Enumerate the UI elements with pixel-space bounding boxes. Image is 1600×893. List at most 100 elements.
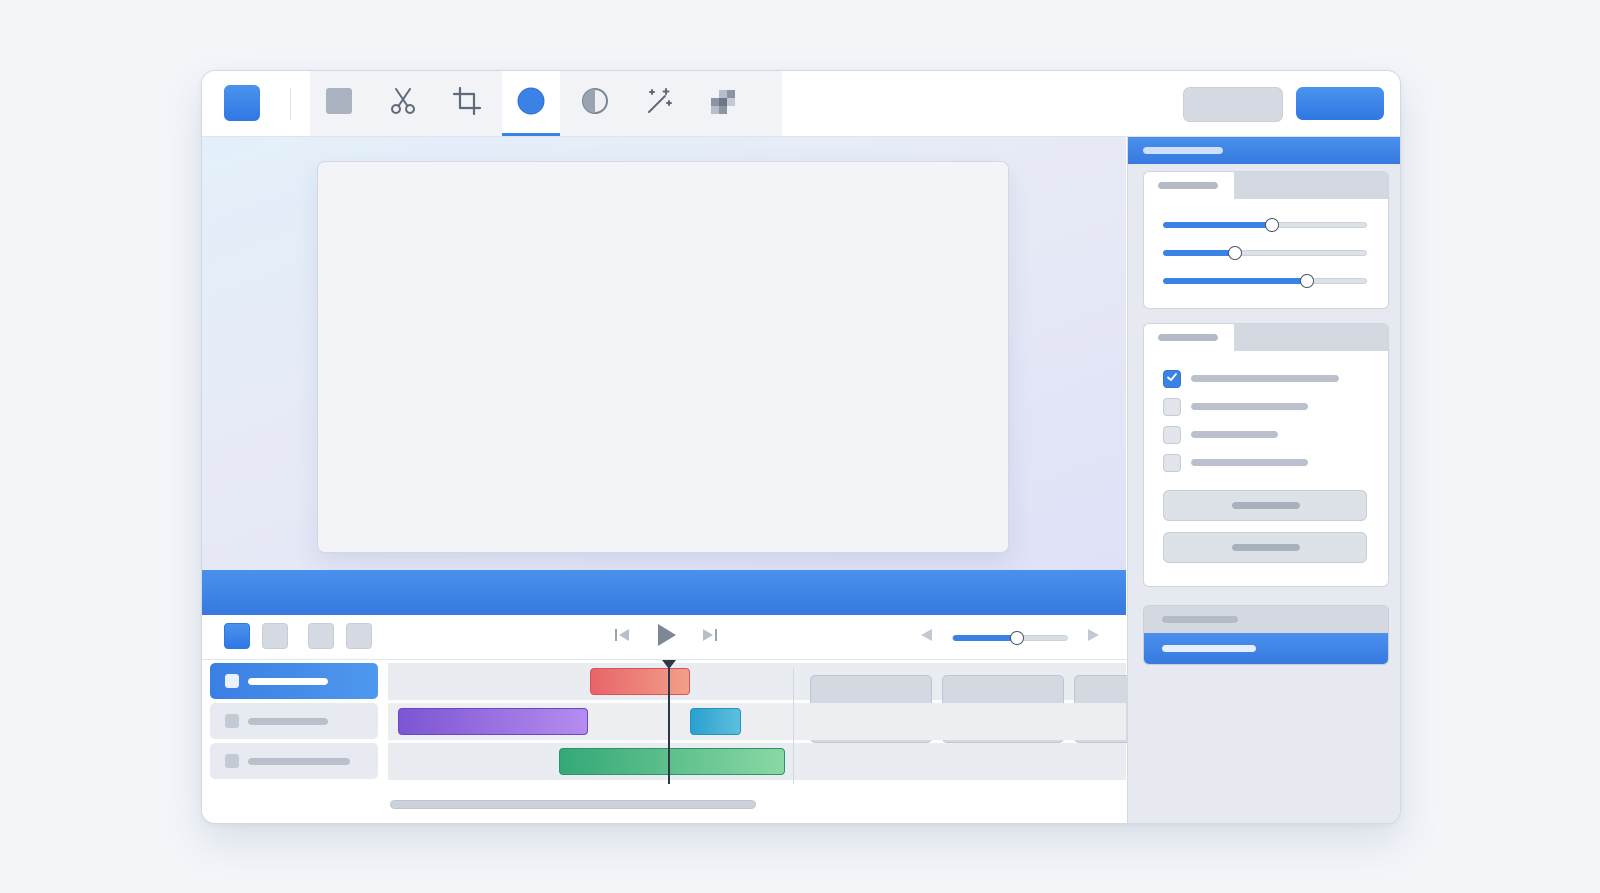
options-tabs: [1144, 324, 1388, 351]
play-icon: [653, 622, 679, 653]
crop-icon: [452, 86, 482, 121]
cut-tool-button[interactable]: [374, 71, 432, 136]
track-name: [248, 678, 328, 685]
secondary-action-button[interactable]: [1183, 87, 1283, 122]
adjustment-slider-2[interactable]: [1163, 246, 1367, 260]
track-visibility-icon[interactable]: [225, 714, 239, 728]
layers-selected-item[interactable]: [1144, 633, 1388, 664]
tool-group: [310, 71, 782, 136]
skip-back-icon: [612, 625, 632, 650]
track-visibility-icon[interactable]: [225, 754, 239, 768]
inspector-header: [1128, 137, 1400, 164]
view-mode-1-button[interactable]: [224, 623, 250, 649]
adjustments-tab[interactable]: [1144, 172, 1234, 199]
volume-down-button[interactable]: [912, 623, 940, 651]
app-logo[interactable]: [224, 85, 260, 121]
volume-up-button[interactable]: [1080, 623, 1108, 651]
timeline-clip[interactable]: [398, 708, 588, 735]
option-button-1[interactable]: [1163, 490, 1367, 521]
track-header-3[interactable]: [210, 743, 378, 779]
checkmark-icon: [1166, 370, 1178, 388]
slider-fill: [1163, 222, 1272, 228]
magic-wand-icon: [644, 86, 674, 121]
preview-stage: [202, 137, 1126, 570]
timeline-scrollbar[interactable]: [390, 800, 756, 809]
skip-back-button[interactable]: [608, 623, 636, 651]
track-header-2[interactable]: [210, 703, 378, 739]
option-button-1-label: [1232, 502, 1300, 509]
top-toolbar: [202, 71, 1400, 137]
options-tab-label: [1158, 334, 1218, 341]
skip-forward-button[interactable]: [696, 623, 724, 651]
options-panel: [1143, 323, 1389, 587]
slider-knob[interactable]: [1228, 246, 1243, 260]
track-lane-1[interactable]: [388, 663, 1196, 743]
primary-action-button[interactable]: [1296, 87, 1384, 120]
option-checkbox-3[interactable]: [1163, 426, 1181, 444]
options-tab[interactable]: [1144, 324, 1234, 351]
option-label-1: [1191, 375, 1339, 382]
slider-fill: [1163, 250, 1235, 256]
adjustment-slider-3[interactable]: [1163, 274, 1367, 288]
play-button[interactable]: [652, 623, 680, 651]
inspector-title: [1143, 147, 1223, 154]
select-tool-button[interactable]: [310, 71, 368, 136]
skip-forward-icon: [700, 625, 720, 650]
slider-knob[interactable]: [1265, 218, 1280, 232]
track-lane-3[interactable]: [388, 743, 1126, 780]
editor-window: [201, 70, 1401, 824]
circle-icon: [516, 86, 546, 121]
playhead[interactable]: [662, 660, 676, 784]
adjustment-slider-1[interactable]: [1163, 218, 1367, 232]
layers-panel: [1143, 605, 1389, 665]
preview-canvas[interactable]: [317, 161, 1009, 553]
transport-bar: [202, 615, 1126, 660]
slider-fill: [1163, 278, 1306, 284]
pixelate-icon: [708, 86, 738, 121]
adjustments-panel: [1143, 171, 1389, 309]
preview-progress-bar[interactable]: [202, 570, 1126, 615]
volume-up-icon: [1085, 626, 1103, 649]
crop-tool-button[interactable]: [438, 71, 496, 136]
option-checkbox-2[interactable]: [1163, 398, 1181, 416]
track-name: [248, 758, 350, 765]
option-label-2: [1191, 403, 1308, 410]
option-label-3: [1191, 431, 1278, 438]
track-visibility-icon[interactable]: [225, 674, 239, 688]
layers-selected-label: [1162, 645, 1256, 652]
adjustments-tab-label: [1158, 182, 1218, 189]
view-mode-3-button[interactable]: [308, 623, 334, 649]
timeline-divider: [793, 668, 794, 784]
slider-knob[interactable]: [1299, 274, 1314, 288]
volume-slider[interactable]: [952, 631, 1068, 645]
view-mode-2-button[interactable]: [262, 623, 288, 649]
view-mode-4-button[interactable]: [346, 623, 372, 649]
timeline-clip[interactable]: [559, 748, 785, 775]
option-checkbox-1[interactable]: [1163, 370, 1181, 388]
toolbar-separator: [290, 88, 291, 120]
layers-header[interactable]: [1144, 606, 1388, 633]
track-name: [248, 718, 328, 725]
color-tool-button[interactable]: [502, 71, 560, 136]
contrast-icon: [580, 86, 610, 121]
option-label-4: [1191, 459, 1308, 466]
volume-slider-knob[interactable]: [1009, 631, 1024, 645]
volume-down-icon: [917, 626, 935, 649]
option-checkbox-4[interactable]: [1163, 454, 1181, 472]
square-icon: [325, 87, 353, 120]
track-header-1[interactable]: [210, 663, 378, 699]
track-lane-2[interactable]: [388, 703, 1126, 740]
adjustments-tabs: [1144, 172, 1388, 199]
timeline: [202, 660, 1196, 823]
timeline-clip[interactable]: [590, 668, 690, 695]
mosaic-tool-button[interactable]: [694, 71, 752, 136]
layers-header-label: [1162, 616, 1238, 623]
volume-slider-fill: [953, 635, 1017, 641]
magic-tool-button[interactable]: [630, 71, 688, 136]
option-button-2-label: [1232, 544, 1300, 551]
option-button-2[interactable]: [1163, 532, 1367, 563]
contrast-tool-button[interactable]: [566, 71, 624, 136]
scissors-icon: [388, 86, 418, 121]
inspector-panel: [1127, 137, 1400, 823]
timeline-clip[interactable]: [690, 708, 741, 735]
